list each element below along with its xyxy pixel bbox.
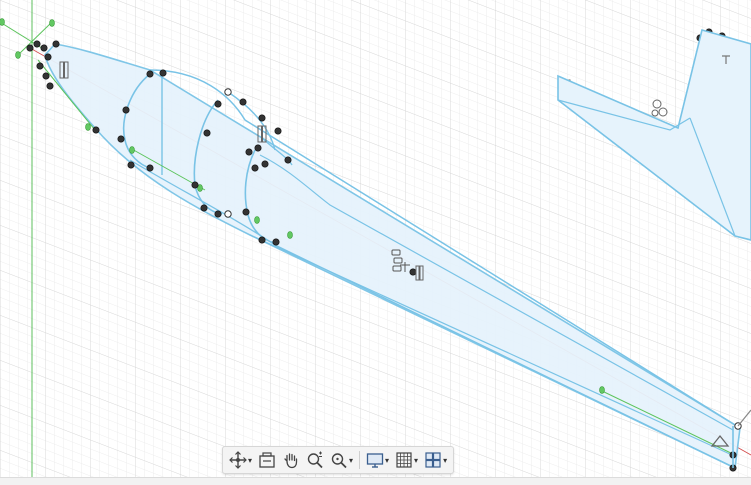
grid-snap-button[interactable]: ▾ (393, 449, 420, 471)
pan-button[interactable] (280, 449, 302, 471)
chevron-down-icon: ▾ (385, 455, 390, 465)
pan-hand-icon (284, 453, 298, 469)
design-canvas[interactable] (0, 0, 751, 484)
display-settings-button[interactable]: ▾ (364, 449, 391, 471)
display-settings-icon (366, 453, 384, 468)
navigation-toolbar: ▾ ▾ ▾ ▾ ▾ (222, 446, 455, 474)
chevron-down-icon: ▾ (248, 455, 253, 465)
orbit-button[interactable]: ▾ (227, 449, 254, 471)
look-at-icon (259, 452, 275, 468)
grid-snap-icon (396, 452, 412, 468)
zoom-icon (307, 451, 323, 469)
chevron-down-icon: ▾ (414, 455, 419, 465)
chevron-down-icon: ▾ (349, 455, 354, 465)
viewports-button[interactable]: ▾ (422, 449, 449, 471)
viewports-icon (425, 452, 441, 468)
look-at-button[interactable] (256, 449, 278, 471)
zoom-window-icon (331, 453, 347, 469)
chevron-down-icon: ▾ (443, 455, 448, 465)
canvas-svg[interactable] (0, 0, 751, 484)
zoom-window-button[interactable]: ▾ (328, 449, 355, 471)
toolbar-divider (359, 451, 361, 469)
zoom-button[interactable] (304, 449, 326, 471)
orbit-icon (229, 451, 247, 469)
